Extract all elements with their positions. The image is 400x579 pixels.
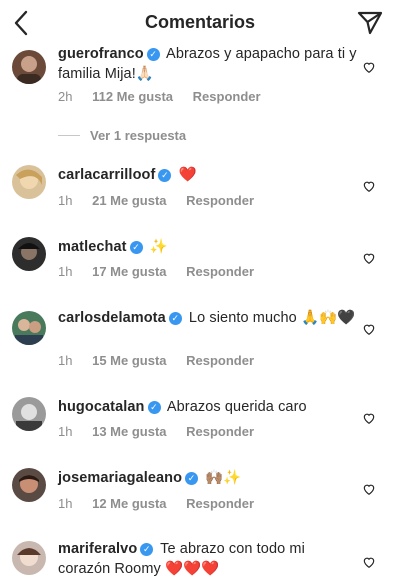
comment-text: hugocatalan ✓ Abrazos querida caro xyxy=(58,397,358,417)
avatar[interactable] xyxy=(12,468,46,502)
comment-text: josemariagaleano ✓ 🙌🏽✨ xyxy=(58,468,358,488)
comment-time: 1h xyxy=(58,424,73,439)
comment-meta: 1h 17 Me gusta Responder xyxy=(58,264,270,279)
username[interactable]: hugocatalan xyxy=(58,399,145,415)
avatar[interactable] xyxy=(12,397,46,431)
reply-button[interactable]: Responder xyxy=(186,353,254,368)
verified-badge-icon: ✓ xyxy=(158,169,172,182)
top-bar: Comentarios xyxy=(0,0,400,46)
divider xyxy=(58,135,80,136)
username[interactable]: mariferalvo xyxy=(58,541,137,557)
reply-button[interactable]: Responder xyxy=(186,424,254,439)
comment-meta: 1h 21 Me gusta Responder xyxy=(58,193,270,208)
username[interactable]: carlacarrilloof xyxy=(58,167,155,183)
comment-text: guerofranco ✓ Abrazos y apapacho para ti … xyxy=(58,44,358,84)
comment-text: carlacarrilloof ✓ ❤️ xyxy=(58,165,358,185)
comment-text: carlosdelamota ✓ Lo siento mucho 🙏🙌🖤 xyxy=(58,308,358,328)
likes-count[interactable]: 13 Me gusta xyxy=(92,424,166,439)
heart-outline-icon[interactable] xyxy=(362,482,376,496)
comment-body: ❤️ xyxy=(178,167,197,183)
likes-count[interactable]: 12 Me gusta xyxy=(92,496,166,511)
avatar[interactable] xyxy=(12,541,46,575)
comment-meta: 1h 12 Me gusta Responder xyxy=(58,496,270,511)
heart-outline-icon[interactable] xyxy=(362,555,376,569)
comment-body: Abrazos querida caro xyxy=(166,399,307,415)
reply-button[interactable]: Responder xyxy=(186,496,254,511)
likes-count[interactable]: 17 Me gusta xyxy=(92,264,166,279)
avatar[interactable] xyxy=(12,50,46,84)
comment-meta: 1h 15 Me gusta Responder xyxy=(58,353,270,368)
verified-badge-icon: ✓ xyxy=(146,48,160,61)
heart-outline-icon[interactable] xyxy=(362,60,376,74)
verified-badge-icon: ✓ xyxy=(129,241,143,254)
comment-meta: 2h 112 Me gusta Responder xyxy=(58,89,277,104)
verified-badge-icon: ✓ xyxy=(168,312,182,325)
comment-time: 1h xyxy=(58,264,73,279)
likes-count[interactable]: 21 Me gusta xyxy=(92,193,166,208)
heart-outline-icon[interactable] xyxy=(362,179,376,193)
avatar[interactable] xyxy=(12,237,46,271)
comment-body: 🙌🏽✨ xyxy=(205,470,242,486)
username[interactable]: matlechat xyxy=(58,239,127,255)
comment-time: 1h xyxy=(58,353,73,368)
heart-outline-icon[interactable] xyxy=(362,322,376,336)
reply-button[interactable]: Responder xyxy=(186,193,254,208)
comment-time: 2h xyxy=(58,89,73,104)
heart-outline-icon[interactable] xyxy=(362,251,376,265)
avatar[interactable] xyxy=(12,165,46,199)
verified-badge-icon: ✓ xyxy=(147,401,161,414)
view-replies-link[interactable]: Ver 1 respuesta xyxy=(58,128,186,143)
comments-list: guerofranco ✓ Abrazos y apapacho para ti … xyxy=(0,0,400,577)
likes-count[interactable]: 15 Me gusta xyxy=(92,353,166,368)
likes-count[interactable]: 112 Me gusta xyxy=(92,89,173,104)
comment-body: Lo siento mucho 🙏🙌🖤 xyxy=(188,310,356,326)
username[interactable]: guerofranco xyxy=(58,46,144,62)
comment-body: ✨ xyxy=(149,239,168,255)
username[interactable]: carlosdelamota xyxy=(58,310,166,326)
verified-badge-icon: ✓ xyxy=(185,472,199,485)
comment-text: mariferalvo ✓ Te abrazo con todo mi coraz… xyxy=(58,539,358,579)
verified-badge-icon: ✓ xyxy=(140,543,154,556)
comment-time: 1h xyxy=(58,496,73,511)
avatar[interactable] xyxy=(12,311,46,345)
view-replies-label: Ver 1 respuesta xyxy=(90,128,187,143)
page-title: Comentarios xyxy=(144,12,256,32)
username[interactable]: josemariagaleano xyxy=(58,470,182,486)
comment-text: matlechat ✓ ✨ xyxy=(58,237,358,257)
reply-button[interactable]: Responder xyxy=(186,264,254,279)
reply-button[interactable]: Responder xyxy=(193,89,261,104)
comment-meta: 1h 13 Me gusta Responder xyxy=(58,424,270,439)
paper-plane-icon[interactable] xyxy=(356,9,384,37)
heart-outline-icon[interactable] xyxy=(362,411,376,425)
comment-time: 1h xyxy=(58,193,73,208)
